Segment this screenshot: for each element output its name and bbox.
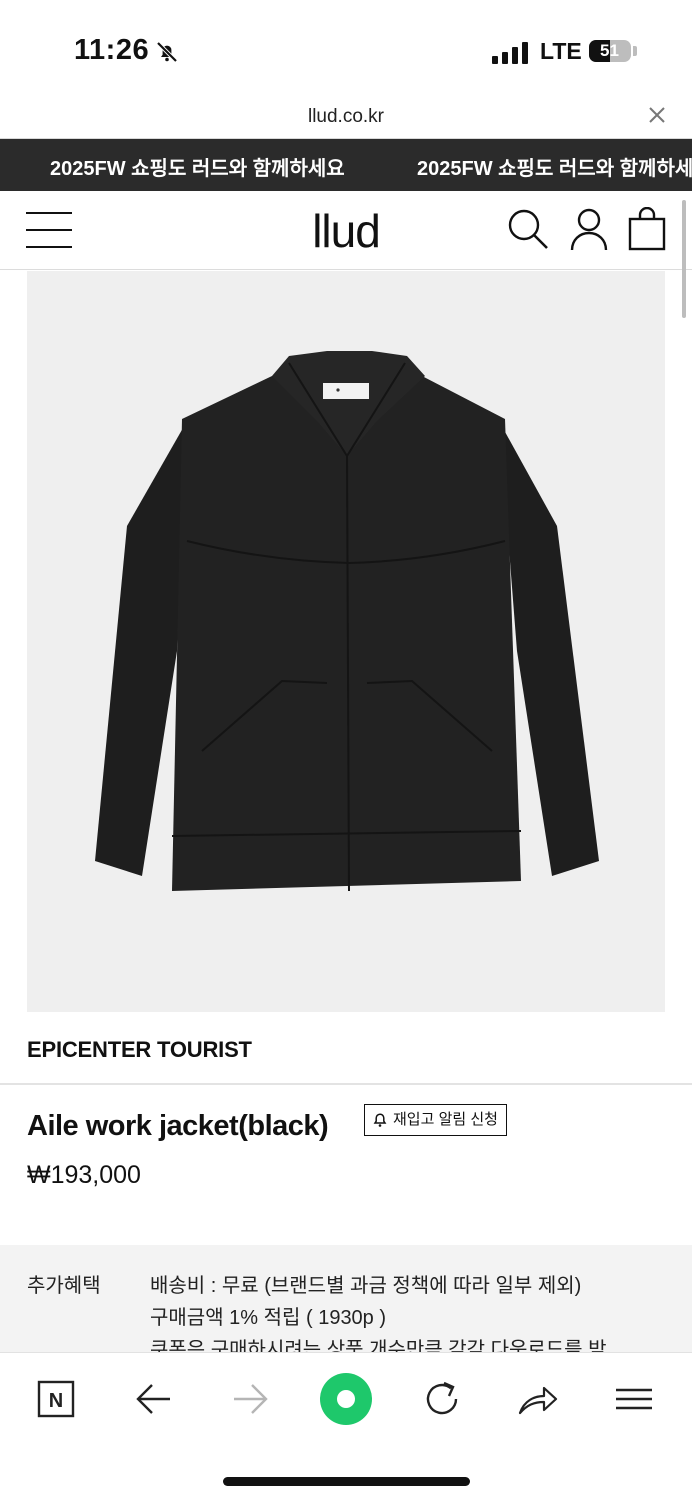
benefit-section: 추가혜택 배송비 : 무료 (브랜드별 과금 정책에 따라 일부 제외) 구매금… — [0, 1245, 692, 1355]
benefit-line: 구매금액 1% 적립 ( 1930p ) — [150, 1307, 387, 1329]
menu-icon[interactable] — [612, 1377, 656, 1421]
home-indicator[interactable] — [223, 1477, 470, 1486]
share-icon[interactable] — [516, 1377, 560, 1421]
product-price: ₩193,000 — [27, 1161, 141, 1189]
refresh-icon[interactable] — [420, 1377, 464, 1421]
bell-muted-icon — [156, 41, 178, 63]
battery-percent: 51 — [600, 41, 619, 60]
bell-icon — [373, 1113, 387, 1127]
naver-home-label: N — [49, 1390, 63, 1412]
jacket-illustration — [95, 351, 599, 892]
status-time: 11:26 — [74, 34, 150, 66]
benefit-line: 배송비 : 무료 (브랜드별 과금 정책에 따라 일부 제외) — [150, 1275, 582, 1297]
restock-alert-label: 재입고 알림 신청 — [393, 1111, 498, 1128]
scrollbar[interactable] — [682, 200, 686, 318]
green-dot-icon[interactable] — [318, 1371, 374, 1427]
product-title: Aile work jacket(black) — [27, 1110, 329, 1142]
account-icon[interactable] — [568, 207, 610, 251]
product-brand[interactable]: EPICENTER TOURIST — [27, 1037, 252, 1063]
network-type: LTE — [540, 38, 582, 64]
announcement-banner[interactable]: 2025FW 쇼핑도 러드와 함께하세요 2025FW 쇼핑도 러드와 함께하세… — [0, 139, 692, 191]
benefit-label: 추가혜택 — [27, 1275, 101, 1297]
naver-home-icon[interactable]: N — [34, 1377, 78, 1421]
divider — [0, 269, 692, 270]
search-icon[interactable] — [506, 207, 550, 251]
address-bar-url[interactable]: llud.co.kr — [0, 106, 692, 128]
battery-nub — [633, 46, 637, 56]
close-icon[interactable] — [646, 104, 668, 126]
back-arrow-icon[interactable] — [132, 1377, 176, 1421]
announcement-text-repeat: 2025FW 쇼핑도 러드와 함께하세요 — [417, 158, 692, 180]
announcement-text: 2025FW 쇼핑도 러드와 함께하세요 — [50, 158, 345, 180]
signal-icon — [492, 40, 528, 64]
product-image[interactable] — [27, 271, 665, 1012]
restock-alert-button[interactable]: 재입고 알림 신청 — [364, 1104, 507, 1136]
battery-icon: 51 — [589, 40, 631, 62]
divider — [0, 1083, 692, 1085]
cart-icon[interactable] — [628, 207, 666, 251]
forward-arrow-icon[interactable] — [228, 1377, 272, 1421]
